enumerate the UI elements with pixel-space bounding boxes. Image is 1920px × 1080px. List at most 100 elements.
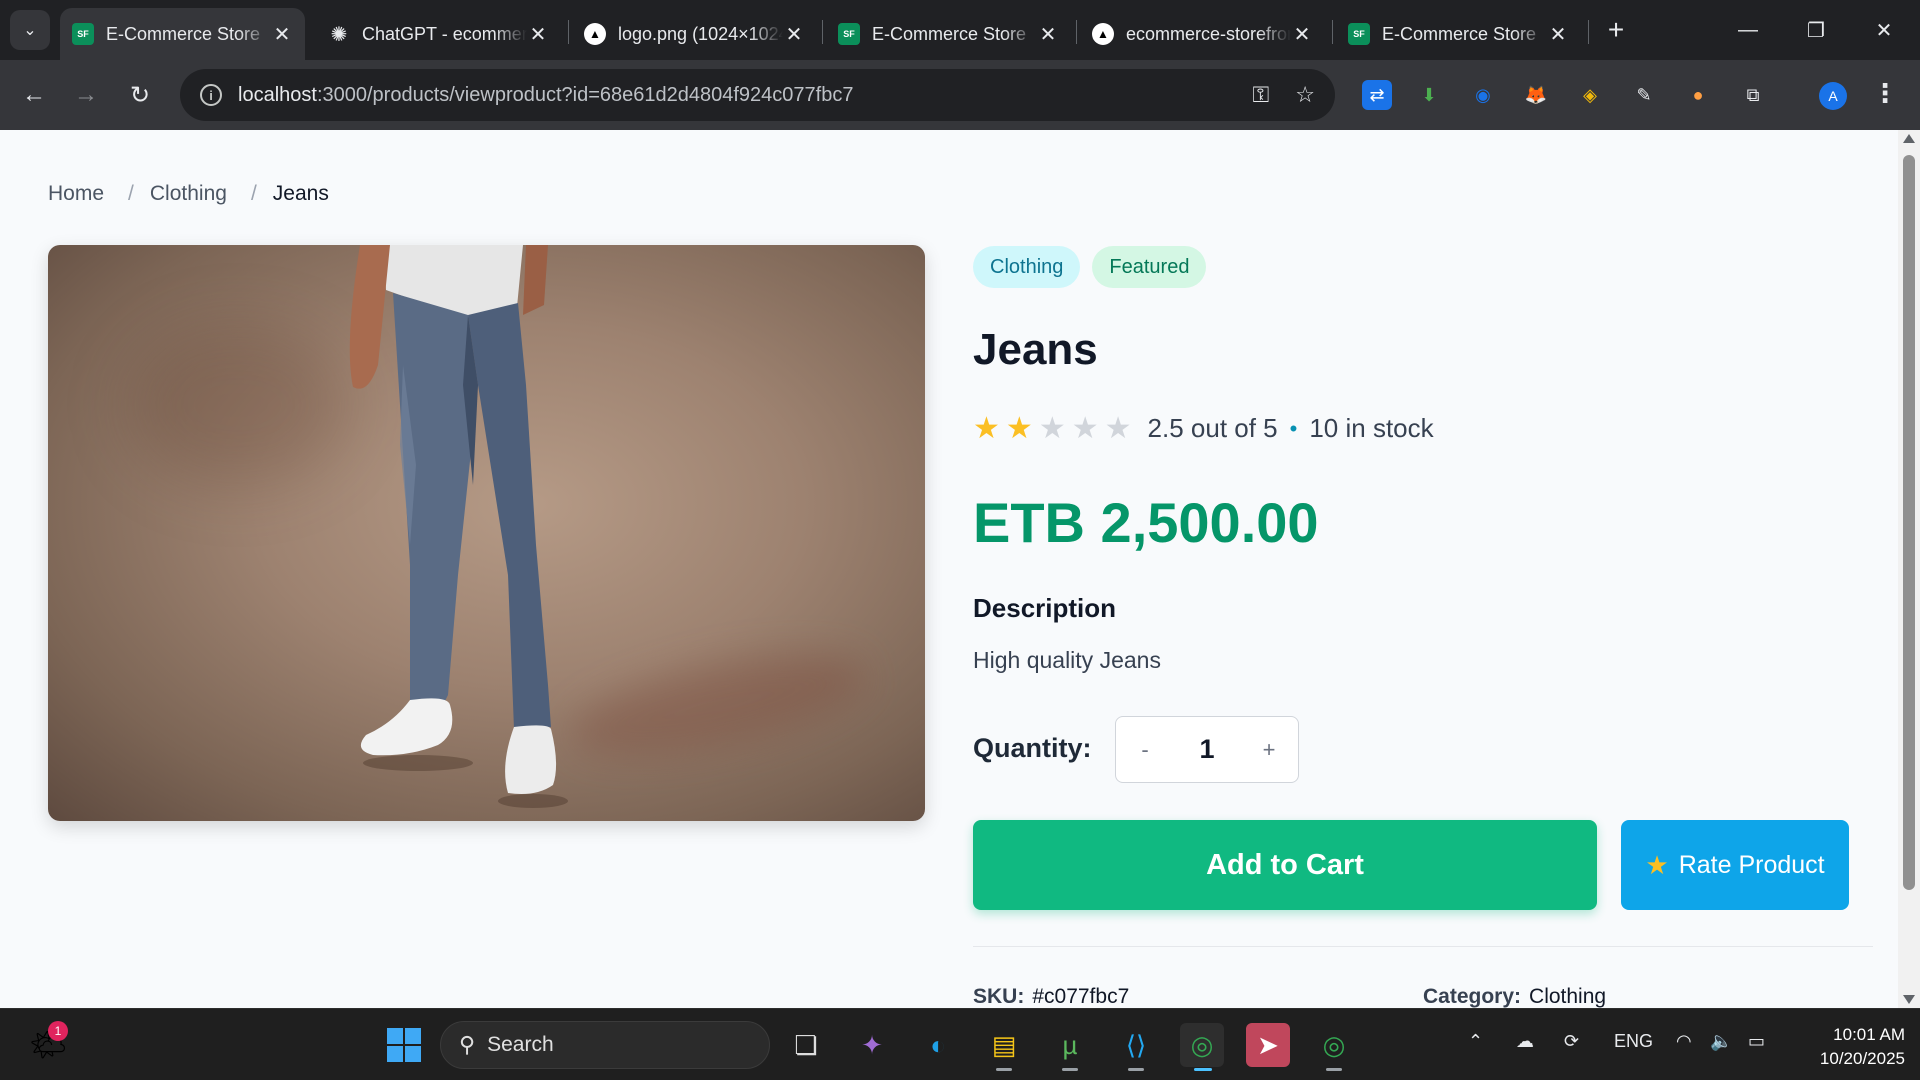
- reload-button[interactable]: ↻: [120, 75, 160, 115]
- scroll-up-arrow-icon[interactable]: [1903, 134, 1915, 143]
- copilot-icon[interactable]: ✦: [850, 1023, 894, 1067]
- metamask-fox-icon[interactable]: 🦊: [1521, 80, 1551, 110]
- description-text: High quality Jeans: [973, 647, 1161, 673]
- quantity-stepper: - 1 +: [1115, 716, 1299, 783]
- extension-circle-icon[interactable]: ◉: [1468, 80, 1498, 110]
- close-tab-icon[interactable]: ✕: [783, 22, 805, 47]
- key-icon[interactable]: ⚿: [1253, 82, 1270, 108]
- close-window-button[interactable]: ✕: [1864, 10, 1904, 50]
- file-explorer-icon[interactable]: ▤: [982, 1023, 1026, 1071]
- tab-logo-png[interactable]: ▲ logo.png (1024×1024) ✕: [572, 8, 817, 60]
- wifi-icon[interactable]: ◠: [1676, 1031, 1692, 1052]
- sku-value: #c077fbc7: [1032, 985, 1130, 1008]
- breadcrumb-home[interactable]: Home: [48, 182, 104, 206]
- extension-download-icon[interactable]: ⬇: [1414, 80, 1444, 110]
- breadcrumb-separator: /: [128, 182, 134, 205]
- profile-avatar[interactable]: A: [1819, 82, 1847, 110]
- tab-chatgpt[interactable]: ✺ ChatGPT - ecommerce ✕: [316, 8, 561, 60]
- restore-icon: ❐: [1807, 19, 1825, 42]
- notification-badge: 1: [48, 1021, 68, 1041]
- chrome-profile-icon[interactable]: ◎: [1312, 1023, 1356, 1071]
- running-indicator: [1128, 1068, 1144, 1071]
- rate-product-label: Rate Product: [1678, 850, 1825, 879]
- star-icon: ★: [973, 411, 1000, 445]
- jeans-illustration: [349, 245, 568, 808]
- binance-wallet-icon[interactable]: ◈: [1575, 80, 1605, 110]
- close-icon: ✕: [1875, 19, 1893, 42]
- restore-button[interactable]: ❐: [1796, 10, 1836, 50]
- new-tab-button[interactable]: +: [1598, 12, 1634, 48]
- clock-time: 10:01 AM: [1833, 1025, 1905, 1044]
- address-bar[interactable]: i localhost:3000/products/viewproduct?id…: [180, 69, 1335, 121]
- taskbar-search-box[interactable]: ⚲ Search: [440, 1021, 770, 1069]
- breadcrumb: Home / Clothing / Jeans: [48, 182, 329, 206]
- close-tab-icon[interactable]: ✕: [527, 22, 549, 47]
- category-badge: Clothing: [973, 246, 1081, 288]
- scroll-down-arrow-icon[interactable]: [1903, 995, 1915, 1004]
- tab-ecommerce-store-3[interactable]: SF E-Commerce Store ✕: [1336, 8, 1581, 60]
- browser-menu-icon[interactable]: ⋮: [1872, 78, 1898, 109]
- tab-separator: [822, 20, 823, 44]
- sync-icon[interactable]: ⟳: [1564, 1031, 1579, 1052]
- tab-title: ecommerce-storefront: [1126, 23, 1291, 44]
- forward-button[interactable]: →: [66, 75, 106, 115]
- language-indicator[interactable]: ENG: [1614, 1031, 1653, 1052]
- tab-ecommerce-store-1[interactable]: SF E-Commerce Store ✕: [60, 8, 305, 60]
- rating-stars: ★ ★ ★ ★ ★: [973, 411, 1138, 445]
- plus-icon: +: [1607, 14, 1625, 45]
- back-button[interactable]: ←: [14, 75, 54, 115]
- telegram-icon[interactable]: ➤: [1246, 1023, 1290, 1067]
- rate-product-button[interactable]: ★ Rate Product: [1621, 820, 1849, 910]
- extensions-puzzle-icon[interactable]: ⧉: [1738, 80, 1768, 110]
- vscode-icon[interactable]: ⟨⟩: [1114, 1023, 1158, 1071]
- battery-icon[interactable]: ▭: [1748, 1031, 1765, 1052]
- minimize-button[interactable]: —: [1728, 10, 1768, 50]
- quantity-decrement-button[interactable]: -: [1116, 737, 1174, 763]
- url-text[interactable]: localhost:3000/products/viewproduct?id=6…: [238, 84, 1227, 107]
- running-indicator: [1062, 1068, 1078, 1071]
- tab-search-button[interactable]: ⌄: [10, 10, 50, 50]
- chrome-icon[interactable]: ◎: [1180, 1023, 1224, 1071]
- running-indicator: [1194, 1068, 1212, 1071]
- site-info-icon[interactable]: i: [200, 84, 222, 106]
- extension-orange-icon[interactable]: ●: [1683, 80, 1713, 110]
- windows-start-icon[interactable]: [382, 1023, 426, 1067]
- arrow-left-icon: ←: [22, 81, 46, 108]
- quantity-value[interactable]: 1: [1174, 734, 1240, 765]
- search-placeholder: Search: [487, 1033, 554, 1056]
- close-tab-icon[interactable]: ✕: [271, 22, 293, 47]
- tab-ecommerce-store-2[interactable]: SF E-Commerce Store ✕: [826, 8, 1071, 60]
- color-picker-icon[interactable]: ✎: [1629, 80, 1659, 110]
- breadcrumb-category[interactable]: Clothing: [150, 182, 227, 206]
- add-to-cart-button[interactable]: Add to Cart: [973, 820, 1597, 910]
- arrow-right-icon: →: [74, 81, 98, 108]
- star-icon: ★: [1038, 411, 1066, 445]
- section-divider: [973, 946, 1873, 947]
- task-view-icon[interactable]: ❏: [784, 1023, 828, 1067]
- tab-title: ChatGPT - ecommerce: [362, 23, 527, 44]
- tab-ecommerce-storefront[interactable]: ▲ ecommerce-storefront ✕: [1080, 8, 1325, 60]
- quantity-label: Quantity:: [973, 733, 1092, 763]
- star-icon: ★: [1104, 411, 1132, 445]
- volume-icon[interactable]: 🔈: [1710, 1031, 1732, 1052]
- category-value[interactable]: Clothing: [1529, 985, 1606, 1008]
- utorrent-icon[interactable]: µ: [1048, 1023, 1092, 1071]
- star-icon: ★: [1005, 411, 1033, 445]
- close-tab-icon[interactable]: ✕: [1291, 22, 1313, 47]
- tab-title: E-Commerce Store: [106, 23, 261, 44]
- extension-translate-icon[interactable]: ⇄: [1362, 80, 1392, 110]
- star-bookmark-icon[interactable]: ☆: [1295, 82, 1315, 108]
- edge-browser-icon[interactable]: ◐: [916, 1023, 960, 1067]
- close-tab-icon[interactable]: ✕: [1037, 22, 1059, 47]
- clock-date: 10/20/2025: [1819, 1049, 1905, 1068]
- featured-badge: Featured: [1092, 246, 1207, 288]
- system-clock[interactable]: 10:01 AM 10/20/2025: [1795, 1023, 1905, 1071]
- show-hidden-icons-chevron-icon[interactable]: ⌃: [1468, 1031, 1483, 1052]
- cloud-offline-icon[interactable]: ☁: [1516, 1031, 1534, 1052]
- star-icon: ★: [1645, 849, 1669, 880]
- running-indicator: [1326, 1068, 1342, 1071]
- close-tab-icon[interactable]: ✕: [1547, 22, 1569, 47]
- quantity-increment-button[interactable]: +: [1240, 737, 1298, 763]
- page-scrollbar[interactable]: [1898, 130, 1920, 1008]
- scrollbar-thumb[interactable]: [1903, 155, 1915, 890]
